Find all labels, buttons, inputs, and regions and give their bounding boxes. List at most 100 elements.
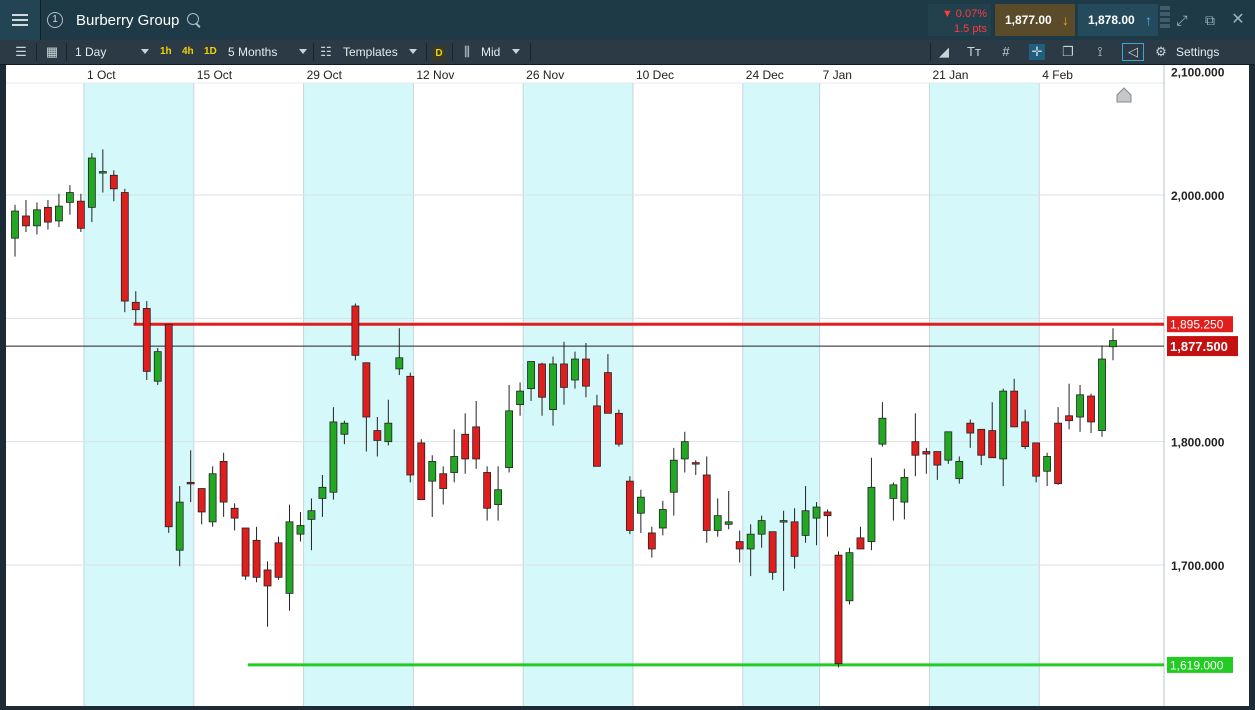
bear-candle	[109, 174, 118, 190]
candlestick-chart[interactable]: 1 Oct 15 Oct 29 Oct 12 Nov 26 Nov 10 Dec 24 De…	[6, 65, 1249, 706]
bull-candle	[955, 460, 964, 480]
search-icon[interactable]	[187, 13, 199, 25]
interval-1d-button[interactable]: 1D	[204, 40, 217, 64]
bull-candle	[944, 431, 953, 461]
level-label: 1,895.250	[1170, 318, 1224, 332]
candlestick-type-icon[interactable]: ⫼	[459, 44, 475, 60]
bear-candle	[1010, 390, 1019, 428]
bull-candle	[658, 509, 667, 529]
info-circle-icon: 1	[47, 12, 63, 28]
bull-candle	[757, 520, 766, 535]
bull-candle	[845, 552, 854, 602]
hamburger-menu-icon[interactable]	[0, 0, 41, 40]
bull-candle	[329, 421, 338, 493]
bear-candle	[604, 372, 612, 414]
bull-candle	[11, 210, 19, 239]
bear-candle	[362, 362, 371, 418]
price-tag-icon[interactable]: ◁	[1122, 43, 1144, 61]
close-icon[interactable]: ✕	[1230, 12, 1246, 28]
interval-4h-button[interactable]: 4h	[182, 40, 194, 64]
tag-d-button[interactable]: D	[432, 40, 446, 64]
bear-candle	[691, 462, 700, 465]
bull-candle	[779, 520, 788, 523]
buy-button[interactable]: 1,878.00 ↑	[1078, 4, 1158, 36]
bear-candle	[922, 451, 931, 455]
x-tick-label: 12 Nov	[416, 68, 454, 82]
bull-candle	[340, 422, 349, 435]
bear-candle	[22, 215, 30, 227]
bull-candle	[428, 460, 437, 482]
bear-candle	[373, 430, 382, 441]
shaded-band	[929, 83, 1040, 706]
bear-candle	[274, 542, 283, 578]
templates-select[interactable]: Templates	[343, 40, 398, 64]
info-button[interactable]: 1	[41, 0, 69, 40]
bear-candle	[164, 324, 173, 528]
bull-candle	[98, 171, 107, 174]
bear-candle	[988, 430, 997, 459]
bull-candle	[878, 417, 887, 445]
bull-candle	[527, 361, 535, 390]
bull-candle	[1109, 340, 1117, 348]
bull-candle	[516, 390, 524, 406]
bear-candle	[417, 442, 426, 501]
bear-candle	[933, 451, 942, 466]
y-tick-label: 1,700.000	[1171, 559, 1225, 573]
sell-button[interactable]: 1,877.00 ↓	[995, 4, 1075, 36]
price-chart[interactable]: 1 Oct 15 Oct 29 Oct 12 Nov 26 Nov 10 Dec 24 De…	[6, 65, 1249, 706]
x-tick-label: 26 Nov	[526, 68, 564, 82]
bull-candle	[296, 525, 305, 535]
price-type-select[interactable]: Mid	[481, 40, 500, 64]
bear-candle	[351, 305, 360, 356]
bear-candle	[593, 405, 601, 467]
layers-icon[interactable]: ❐	[1060, 44, 1076, 60]
popout-icon[interactable]: ⧉	[1202, 12, 1218, 28]
shaded-band	[303, 83, 414, 706]
bear-candle	[241, 527, 250, 577]
bear-candle	[263, 569, 272, 587]
y-tick-label: 1,800.000	[1171, 436, 1225, 450]
bull-candle	[450, 456, 459, 473]
bear-candle	[625, 480, 634, 531]
y-tick-label: 2,000.000	[1171, 189, 1225, 203]
grid-icon[interactable]: #	[998, 44, 1014, 60]
expand-icon[interactable]: ⤢	[1174, 12, 1190, 28]
x-tick-label: 7 Jan	[823, 68, 852, 82]
buy-price: 1,878.00	[1088, 13, 1135, 27]
instrument-name[interactable]: Burberry Group	[76, 0, 179, 40]
change-points: 1.5 pts	[953, 23, 987, 35]
bull-candle	[66, 192, 74, 203]
bull-candle	[384, 422, 393, 443]
bull-candle	[746, 533, 755, 550]
draw-line-icon[interactable]: ◢	[936, 44, 952, 60]
bull-candle	[318, 486, 327, 499]
indicator-icon[interactable]: ⟟	[1092, 44, 1108, 60]
text-tool-icon[interactable]: Tт	[966, 44, 982, 60]
bull-candle	[33, 209, 41, 227]
range-select[interactable]: 5 Months	[228, 40, 277, 64]
bull-candle	[505, 410, 514, 468]
bull-candle	[1098, 358, 1106, 431]
chart-toolbar: ☰ ▦ 1 Day 1h 4h 1D 5 Months ☷ Templates …	[0, 40, 1255, 65]
bear-candle	[1065, 415, 1073, 422]
bear-candle	[406, 375, 415, 476]
bear-candle	[439, 473, 448, 489]
interval-1h-button[interactable]: 1h	[160, 40, 172, 64]
list-icon[interactable]: ☰	[13, 44, 29, 60]
y-tick-label: 2,100.000	[1171, 66, 1225, 80]
interval-select[interactable]: 1 Day	[75, 40, 106, 64]
bear-candle	[977, 428, 986, 456]
bull-candle	[494, 489, 503, 505]
market-depth-icon[interactable]	[1160, 6, 1170, 34]
bull-candle	[1076, 394, 1084, 418]
bear-candle	[461, 433, 470, 460]
bear-candle	[823, 511, 832, 517]
x-tick-label: 15 Oct	[197, 68, 233, 82]
bull-candle	[208, 473, 217, 523]
layout-grid-icon[interactable]: ▦	[44, 44, 60, 60]
bear-candle	[1032, 442, 1041, 477]
crosshair-icon[interactable]: ✛	[1029, 44, 1045, 60]
bear-candle	[735, 541, 744, 550]
settings-button[interactable]: Settings	[1176, 40, 1219, 64]
bull-candle	[900, 477, 909, 503]
